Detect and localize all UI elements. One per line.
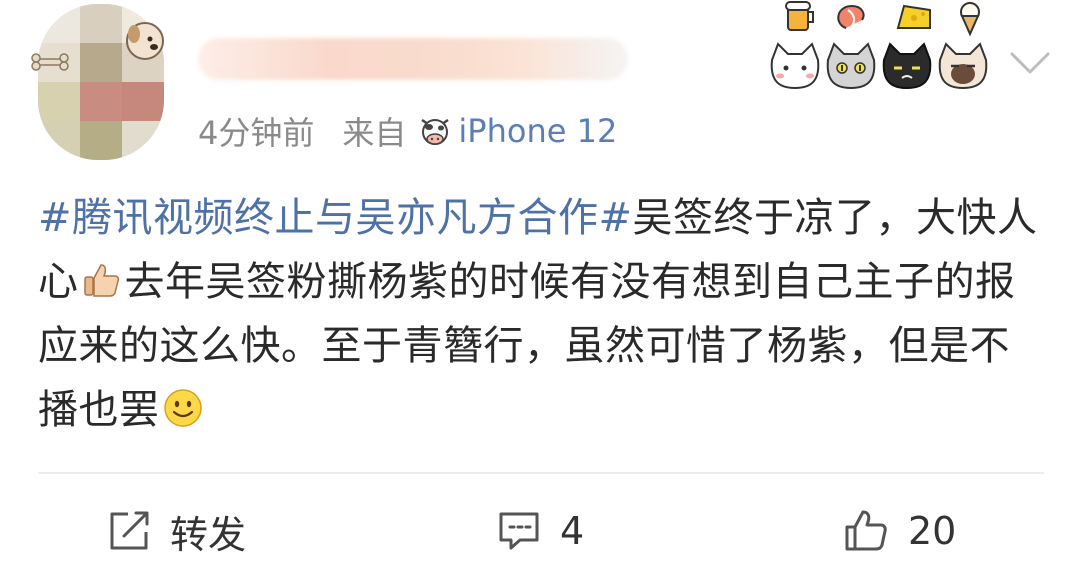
username-blurred[interactable] <box>198 38 628 80</box>
like-icon <box>845 510 887 551</box>
cheese-icon <box>896 4 931 29</box>
like-button[interactable]: 20 <box>842 486 956 576</box>
comment-count: 4 <box>560 509 585 553</box>
dog-face-icon <box>126 22 164 60</box>
sticker-strip <box>770 1 988 90</box>
black-cat-icon <box>882 42 932 90</box>
source-device-link[interactable]: iPhone 12 <box>458 112 617 150</box>
comment-icon <box>499 512 539 550</box>
post-content: #腾讯视频终止与吴亦凡方合作#吴签终于凉了，大快人心 去年吴签粉撕杨紫的时候有没… <box>38 186 1048 442</box>
shrimp-icon <box>837 4 865 29</box>
divider <box>38 472 1044 474</box>
source-label: 来自 <box>342 114 407 152</box>
white-cat-icon <box>770 42 820 90</box>
post-time: 4分钟前 <box>198 114 315 152</box>
post-meta: 4分钟前 来自 iPhone 12 <box>198 108 617 154</box>
siamese-cat-icon <box>938 42 988 90</box>
like-count: 20 <box>908 509 957 553</box>
bone-icon <box>31 53 69 71</box>
ice-cream-icon <box>960 2 980 37</box>
repost-button[interactable]: 转发 <box>106 486 246 576</box>
thumbs-up-icon <box>83 264 119 297</box>
repost-label: 转发 <box>170 512 247 557</box>
action-bar: 转发 4 20 <box>0 486 1080 576</box>
smile-icon <box>163 389 202 427</box>
weibo-post-card: 4分钟前 来自 iPhone 12 #腾讯视频终止与吴亦凡方合作#吴签终于凉了，… <box>0 0 1080 580</box>
beer-icon <box>785 1 814 31</box>
gray-cat-icon <box>826 42 876 90</box>
cow-icon <box>421 118 450 145</box>
topic-link[interactable]: #腾讯视频终止与吴亦凡方合作# <box>38 195 633 241</box>
comment-button[interactable]: 4 <box>496 486 584 576</box>
repost-icon <box>110 511 149 550</box>
chevron-down-icon[interactable] <box>1008 48 1052 78</box>
